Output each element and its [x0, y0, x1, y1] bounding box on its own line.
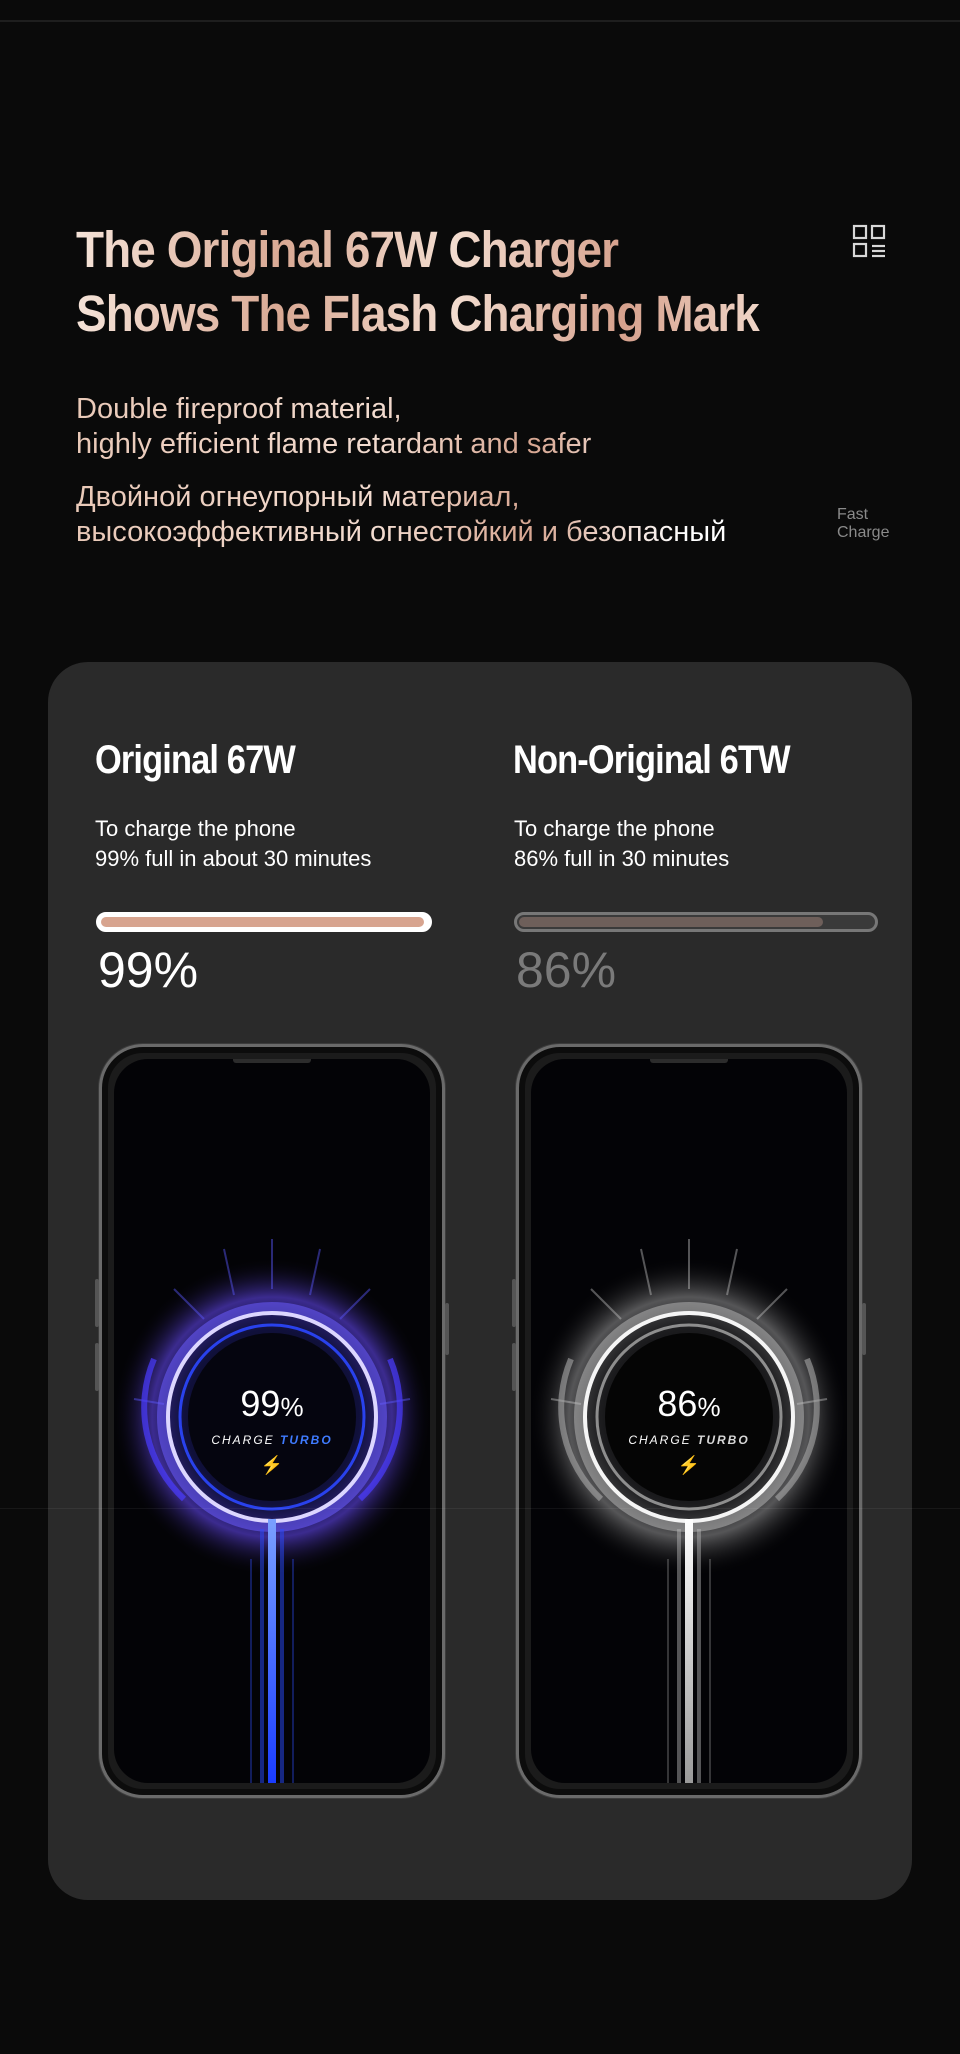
non-original-screen-percent-sign: %: [697, 1392, 721, 1422]
original-description-line-1: To charge the phone: [95, 816, 296, 841]
description-english: Double fireproof material, highly effici…: [76, 392, 836, 462]
phone-side-button: [512, 1343, 516, 1391]
non-original-description: To charge the phone 86% full in 30 minut…: [514, 814, 729, 874]
description-russian-line-1: Двойной огнеупорный материал,: [76, 481, 520, 513]
original-phone-screen: 99% CHARGE TURBO ⚡: [114, 1059, 430, 1783]
non-original-percent: 86%: [516, 942, 617, 998]
original-charge-turbo-label: CHARGE TURBO: [114, 1433, 430, 1447]
non-original-progress-bar: [514, 912, 878, 932]
page-title: The Original 67W Charger Shows The Flash…: [76, 218, 760, 346]
original-description: To charge the phone 99% full in about 30…: [95, 814, 371, 874]
description-russian-line-2: высокоэффективный огнестойкий и безопасн…: [76, 516, 727, 548]
original-turbo-word: TURBO: [280, 1433, 333, 1447]
phone-side-button: [512, 1279, 516, 1327]
non-original-description-line-2: 86% full in 30 minutes: [514, 846, 730, 871]
non-original-screen-number: 86: [657, 1383, 698, 1424]
non-original-title: Non-Original 6TW: [513, 738, 791, 782]
non-original-phone-image: 86% CHARGE TURBO ⚡: [512, 1044, 866, 1798]
original-charge-word: CHARGE: [211, 1433, 275, 1447]
lightning-bolt-icon: ⚡: [260, 1455, 284, 1475]
fast-charge-line-1: Fast: [837, 506, 869, 523]
phone-side-button: [95, 1279, 99, 1327]
original-title: Original 67W: [95, 738, 296, 782]
phone-side-button: [862, 1303, 866, 1355]
non-original-charge-turbo-label: CHARGE TURBO: [531, 1433, 847, 1447]
original-phone-image: 99% CHARGE TURBO ⚡: [95, 1044, 449, 1798]
original-description-line-2: 99% full in about 30 minutes: [95, 846, 372, 871]
phone-side-button: [95, 1343, 99, 1391]
original-progress-bar: [96, 912, 432, 932]
qr-code-icon[interactable]: [852, 224, 886, 258]
fast-charge-line-2: Charge: [837, 524, 890, 541]
non-original-turbo-word: TURBO: [697, 1433, 750, 1447]
background-divider: [0, 1508, 960, 1509]
page-title-line-2: Shows The Flash Charging Mark: [76, 285, 759, 342]
page-title-line-1: The Original 67W Charger: [76, 221, 619, 278]
original-screen-percent-sign: %: [280, 1392, 304, 1422]
description-english-line-1: Double fireproof material,: [76, 393, 402, 425]
top-divider: [0, 20, 960, 22]
non-original-description-line-1: To charge the phone: [514, 816, 715, 841]
original-screen-number: 99: [240, 1383, 281, 1424]
description-russian: Двойной огнеупорный материал, высокоэффе…: [76, 480, 836, 550]
fast-charge-note: Fast Charge: [837, 506, 889, 542]
lightning-bolt-icon: ⚡: [677, 1455, 701, 1475]
non-original-progress-fill: [519, 917, 823, 927]
non-original-charge-word: CHARGE: [628, 1433, 692, 1447]
description-english-line-2: highly efficient flame retardant and saf…: [76, 428, 592, 460]
original-screen-percent: 99%: [114, 1383, 430, 1425]
non-original-screen-percent: 86%: [531, 1383, 847, 1425]
phone-side-button: [445, 1303, 449, 1355]
non-original-phone-screen: 86% CHARGE TURBO ⚡: [531, 1059, 847, 1783]
original-progress-fill: [101, 917, 424, 927]
original-percent: 99%: [98, 942, 199, 998]
